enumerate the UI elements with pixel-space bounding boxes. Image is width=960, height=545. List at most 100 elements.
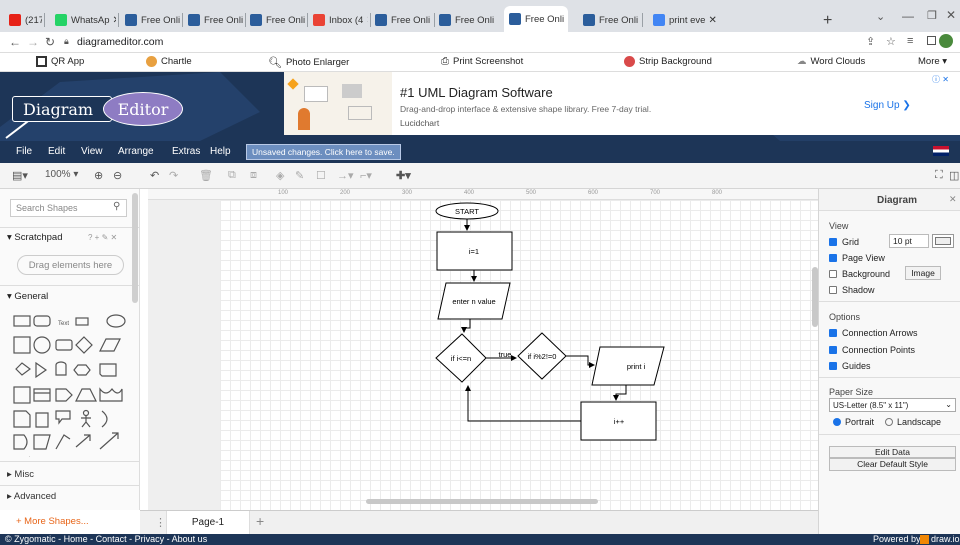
sidepanel-icon[interactable] — [927, 36, 936, 45]
logo-diagram[interactable]: Diagram — [12, 96, 112, 122]
logo-editor[interactable]: Editor — [103, 92, 183, 126]
edit-data-button[interactable]: Edit Data — [829, 446, 956, 458]
connection-arrows-checkbox[interactable]: Connection Arrows — [829, 328, 918, 338]
more-shapes-button[interactable]: + More Shapes... — [16, 516, 89, 527]
shadow-icon[interactable]: ☐ — [316, 169, 326, 182]
profile-avatar[interactable] — [939, 34, 953, 48]
scratchpad-header[interactable]: ▾ Scratchpad — [7, 232, 62, 243]
search-icon[interactable]: ⚲ — [113, 201, 120, 212]
to-front-icon[interactable]: ⧉ — [228, 169, 236, 182]
waypoints-icon[interactable]: ⌐▾ — [360, 169, 372, 182]
browser-tab[interactable]: Free Onli✕ — [120, 9, 180, 31]
search-shapes-field[interactable]: Search Shapes ⚲ — [10, 199, 127, 217]
menu-file[interactable]: File — [16, 146, 32, 157]
bookmark-print-screenshot[interactable]: ⎙ Print Screenshot — [441, 56, 523, 67]
delete-icon[interactable]: 🗑︎ — [199, 169, 213, 182]
reading-list-icon[interactable]: ≡ — [907, 35, 913, 47]
browser-tab[interactable]: (217)✕ — [4, 9, 42, 31]
fullscreen-icon[interactable]: ⛶ — [935, 169, 943, 182]
fill-color-icon[interactable]: ◈ — [276, 169, 284, 182]
lock-icon[interactable]: 🔒︎ — [64, 36, 69, 47]
tab-search-icon[interactable]: ⌄ — [876, 10, 885, 23]
search-shapes-input[interactable]: Search Shapes — [16, 203, 78, 213]
footer-links[interactable]: © Zygomatic - Home - Contact - Privacy -… — [5, 534, 207, 544]
zoom-in-icon[interactable]: ⊕ — [94, 169, 103, 182]
menu-help[interactable]: Help — [210, 146, 231, 157]
zoom-out-icon[interactable]: ⊖ — [113, 169, 122, 182]
grid-color-button[interactable] — [932, 234, 954, 248]
ad-signup-link[interactable]: Sign Up ❯ — [864, 100, 911, 111]
connection-icon[interactable]: →▾ — [337, 169, 354, 182]
browser-tab[interactable]: Free Onli✕ — [578, 9, 640, 31]
tab-close-icon[interactable]: ✕ — [705, 15, 718, 26]
tab-page-1[interactable]: Page-1 — [166, 511, 250, 534]
grid-size-input[interactable]: 10 pt — [889, 234, 929, 248]
browser-tab[interactable]: Free Onli✕ — [504, 6, 568, 32]
scratchpad-icons[interactable]: ? + ✎ ✕ — [88, 233, 117, 242]
bookmark-more[interactable]: More ▾ — [918, 56, 947, 67]
image-button[interactable]: Image — [905, 266, 941, 280]
flowchart[interactable]: START i=1 enter n value if i<=n true if … — [148, 189, 818, 510]
left-scrollbar[interactable] — [132, 193, 138, 303]
bookmark-strip-background[interactable]: Strip Background — [624, 56, 712, 67]
drawio-link[interactable]: draw.io — [931, 534, 960, 544]
tab-close-icon[interactable]: ✕ — [110, 15, 116, 26]
guides-checkbox[interactable]: Guides — [829, 361, 871, 371]
minimize-icon[interactable]: — — [902, 9, 914, 23]
page-view-checkbox[interactable]: Page View — [829, 253, 885, 263]
tab-close-icon[interactable]: ✕ — [494, 15, 496, 26]
star-icon[interactable]: ☆ — [886, 35, 896, 48]
add-page-icon[interactable]: + — [256, 513, 264, 529]
language-flag-icon[interactable] — [933, 146, 949, 156]
shadow-checkbox[interactable]: Shadow — [829, 285, 875, 295]
new-tab-button[interactable]: + — [823, 12, 832, 30]
menu-edit[interactable]: Edit — [48, 146, 65, 157]
browser-tab[interactable]: WhatsAp✕ — [50, 9, 116, 31]
zoom-select[interactable]: 100% ▾ — [45, 169, 78, 180]
background-checkbox[interactable]: Background — [829, 269, 890, 279]
bookmark-word-clouds[interactable]: ☁ Word Clouds — [797, 56, 865, 67]
forward-icon[interactable]: → — [27, 35, 39, 49]
advanced-header[interactable]: ▸ Advanced — [7, 491, 56, 502]
redo-icon[interactable]: ↷ — [169, 169, 178, 182]
unsaved-changes-button[interactable]: Unsaved changes. Click here to save. — [246, 144, 401, 160]
close-window-icon[interactable]: ✕ — [946, 8, 956, 22]
paper-size-select[interactable]: US-Letter (8.5" x 11") ⌄ — [829, 398, 956, 412]
bookmark-qr-app[interactable]: QR App — [36, 56, 84, 67]
url-text[interactable]: diagrameditor.com — [77, 36, 163, 48]
insert-icon[interactable]: ✚▾ — [396, 169, 411, 182]
scratchpad-drop-area[interactable]: Drag elements here — [17, 255, 124, 275]
menu-arrange[interactable]: Arrange — [118, 146, 154, 157]
ad-close-icon[interactable]: ⓘ ✕ — [932, 74, 949, 85]
ad-box[interactable]: #1 UML Diagram Software Drag-and-drop in… — [284, 72, 960, 135]
browser-tab[interactable]: Free Onli✕ — [370, 9, 432, 31]
browser-tab[interactable]: Free Onli✕ — [245, 9, 305, 31]
clear-default-style-button[interactable]: Clear Default Style — [829, 458, 956, 471]
portrait-radio[interactable]: Portrait — [833, 417, 874, 427]
ad-title[interactable]: #1 UML Diagram Software — [400, 85, 553, 100]
menu-view[interactable]: View — [81, 146, 103, 157]
landscape-radio[interactable]: Landscape — [885, 417, 941, 427]
bookmark-photo-enlarger[interactable]: 🔍︎ Photo Enlarger — [268, 56, 349, 69]
browser-tab[interactable]: Free Onli✕ — [434, 9, 496, 31]
browser-tab[interactable]: Free Onli✕ — [183, 9, 243, 31]
general-header[interactable]: ▾ General — [7, 291, 48, 302]
toggle-panel-icon[interactable]: ◫ — [949, 169, 959, 182]
undo-icon[interactable]: ↶ — [150, 169, 159, 182]
tab-close-icon[interactable]: ✕ — [638, 15, 640, 26]
misc-header[interactable]: ▸ Misc — [7, 469, 34, 480]
grid-checkbox[interactable]: Grid — [829, 237, 859, 247]
format-panel-icon[interactable]: ▤▾ — [12, 169, 28, 182]
back-icon[interactable]: ← — [9, 35, 21, 49]
menu-extras[interactable]: Extras — [172, 146, 200, 157]
browser-tab[interactable]: print eve ✕ — [648, 9, 718, 31]
panel-close-icon[interactable]: ✕ — [949, 194, 957, 205]
shape-palette[interactable]: Text — [12, 307, 128, 457]
diagram-canvas[interactable]: 100 200 300 400 500 600 700 800 START i=… — [148, 189, 818, 510]
line-color-icon[interactable]: ✎ — [295, 169, 304, 182]
browser-tab[interactable]: Inbox (4✕ — [308, 9, 368, 31]
maximize-icon[interactable]: ❐ — [927, 9, 937, 22]
to-back-icon[interactable]: ⧈ — [250, 169, 257, 182]
tab-close-icon[interactable]: ✕ — [564, 14, 568, 25]
connection-points-checkbox[interactable]: Connection Points — [829, 345, 915, 355]
